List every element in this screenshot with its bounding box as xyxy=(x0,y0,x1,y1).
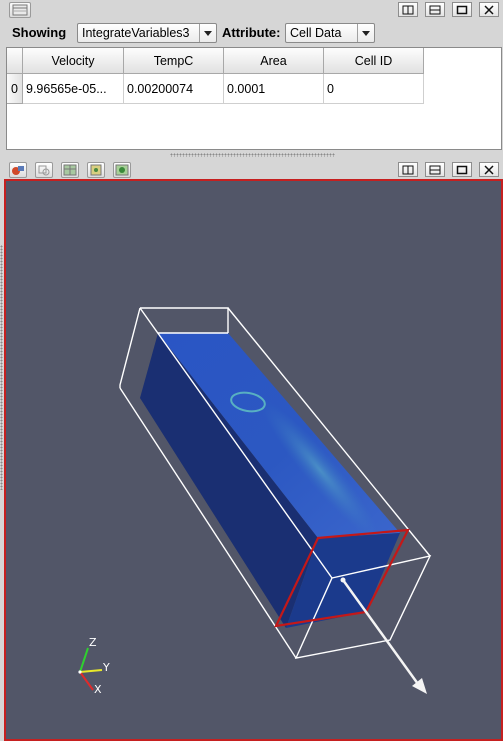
maximize-icon[interactable] xyxy=(452,162,472,177)
panel-splitter[interactable] xyxy=(170,153,335,157)
table-view-icon[interactable] xyxy=(9,2,31,18)
row-header[interactable]: 0 xyxy=(7,74,23,104)
chevron-down-icon xyxy=(199,24,216,42)
split-vertical-icon[interactable] xyxy=(425,162,445,177)
zoom-to-box-icon[interactable] xyxy=(35,162,53,178)
select-cells-icon[interactable] xyxy=(61,162,79,178)
render-view[interactable]: Z Y X xyxy=(4,179,503,741)
source-select-value: IntegrateVariables3 xyxy=(82,26,190,40)
close-icon[interactable] xyxy=(479,2,499,17)
axis-z-label: Z xyxy=(89,636,97,649)
split-horizontal-icon[interactable] xyxy=(398,162,418,177)
table-cell[interactable]: 0 xyxy=(324,74,424,104)
showing-label: Showing xyxy=(12,25,67,40)
plane-normal-arrow xyxy=(340,577,427,694)
table-cell[interactable]: 9.96565e-05... xyxy=(23,74,124,104)
split-vertical-icon[interactable] xyxy=(425,2,445,17)
attribute-select-value: Cell Data xyxy=(290,26,342,40)
spreadsheet-panel: Showing IntegrateVariables3 Attribute: C… xyxy=(0,0,503,150)
attribute-select[interactable]: Cell Data xyxy=(285,23,375,43)
column-header[interactable]: Area xyxy=(224,48,324,74)
render-canvas: Z Y X xyxy=(78,307,432,696)
reset-camera-icon[interactable] xyxy=(9,162,27,178)
spreadsheet-table[interactable]: Velocity TempC Area Cell ID 0 9.96565e-0… xyxy=(6,47,502,150)
chevron-down-icon xyxy=(357,24,374,42)
close-icon[interactable] xyxy=(479,162,499,177)
column-header[interactable]: TempC xyxy=(124,48,224,74)
split-horizontal-icon[interactable] xyxy=(398,2,418,17)
dataset-surface xyxy=(140,333,400,628)
view-splitter[interactable] xyxy=(0,245,3,490)
maximize-icon[interactable] xyxy=(452,2,472,17)
table-cell[interactable]: 0.00200074 xyxy=(124,74,224,104)
column-header[interactable]: Cell ID xyxy=(324,48,424,74)
axis-x-label: X xyxy=(94,683,102,696)
select-points-icon[interactable] xyxy=(87,162,105,178)
table-cell[interactable]: 0.0001 xyxy=(224,74,324,104)
axis-y-label: Y xyxy=(102,661,110,674)
attribute-label: Attribute: xyxy=(222,25,281,40)
source-select[interactable]: IntegrateVariables3 xyxy=(77,23,217,43)
select-frustum-icon[interactable] xyxy=(113,162,131,178)
column-header[interactable]: Velocity xyxy=(23,48,124,74)
corner-header xyxy=(7,48,23,74)
